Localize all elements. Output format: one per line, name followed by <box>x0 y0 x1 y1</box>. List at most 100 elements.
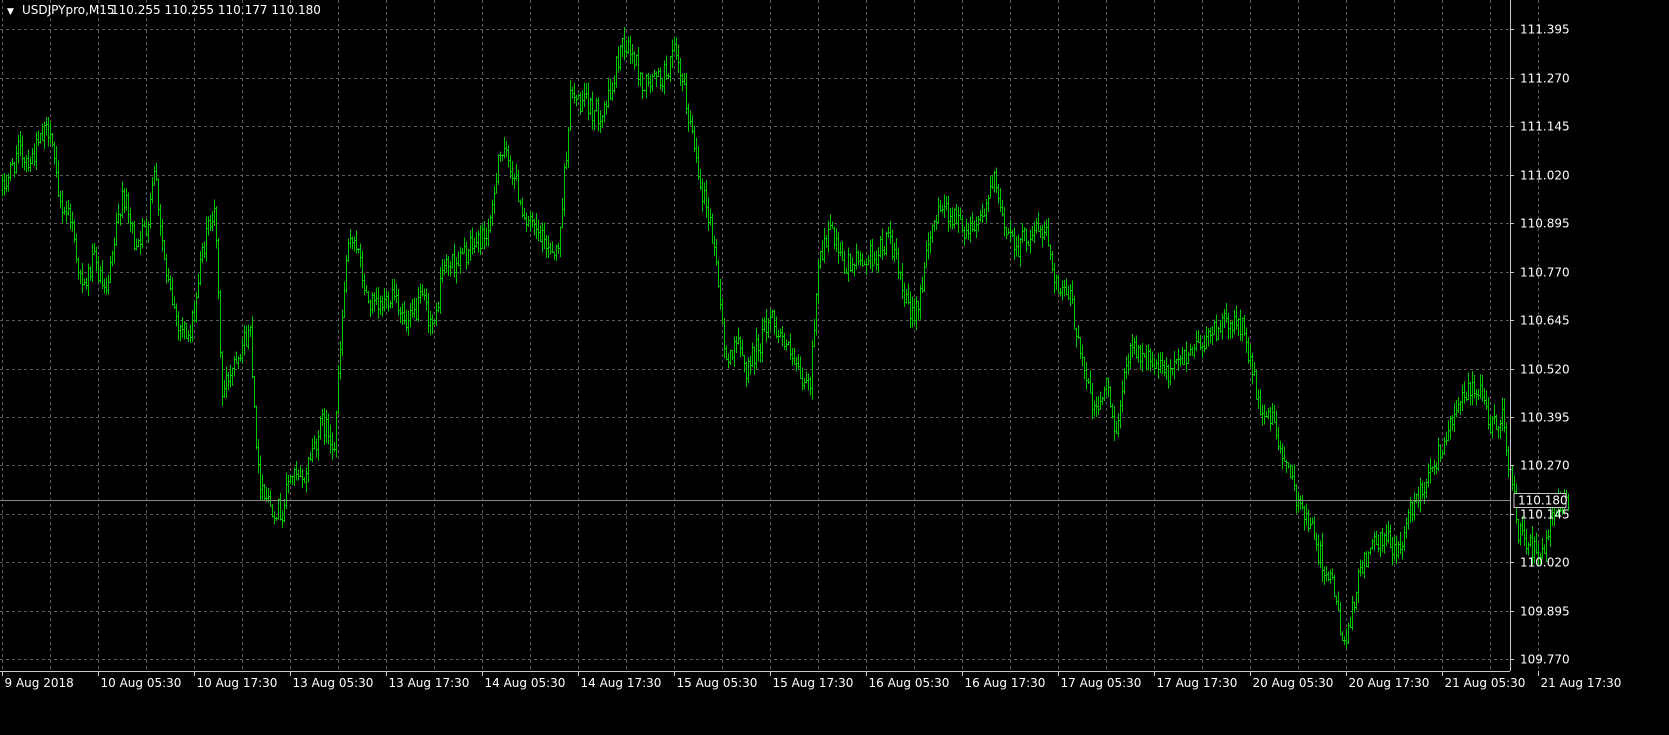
ohlc-bar <box>1105 377 1108 396</box>
ohlc-bar <box>233 356 236 377</box>
ohlc-bar <box>873 251 876 266</box>
ohlc-bar <box>441 259 444 284</box>
ohlc-bar <box>731 349 734 361</box>
ohlc-bar <box>1443 437 1446 455</box>
ohlc-bar <box>463 237 466 254</box>
ohlc-bar <box>1351 596 1354 631</box>
ohlc-bar <box>87 263 90 297</box>
ohlc-bar <box>679 57 682 86</box>
price-tick-label: 109.895 <box>1520 605 1570 619</box>
price-chart[interactable]: 110.180 111.395 111.270 111.145 111.020 110.… <box>0 0 1669 735</box>
ohlc-bar <box>81 263 84 293</box>
ohlc-bar <box>219 290 222 359</box>
ohlc-bar <box>1091 382 1094 420</box>
ohlc-bar <box>825 234 828 248</box>
ohlc-bar <box>283 498 286 523</box>
ohlc-bar <box>177 311 180 341</box>
ohlc-bar <box>955 204 958 225</box>
ohlc-bar <box>1347 622 1350 645</box>
ohlc-bar <box>1375 530 1378 545</box>
ohlc-bar <box>1259 389 1262 416</box>
ohlc-bar <box>815 293 818 336</box>
ohlc-bar <box>321 408 324 426</box>
ohlc-bar <box>943 194 946 218</box>
ohlc-bar <box>629 35 632 65</box>
ohlc-bar <box>231 367 234 387</box>
ohlc-bar <box>1199 335 1202 351</box>
ohlc-bar <box>577 94 580 100</box>
ohlc-bar <box>757 334 760 362</box>
ohlc-bar <box>565 151 568 170</box>
chart-grid <box>0 0 1539 671</box>
ohlc-bar <box>351 236 354 250</box>
ohlc-bar <box>951 207 954 230</box>
ohlc-bar <box>1161 351 1164 375</box>
ohlc-bar <box>183 320 186 340</box>
ohlc-bar <box>347 238 350 262</box>
current-price-marker: 110.180 <box>0 493 1568 508</box>
ohlc-bar <box>651 74 654 92</box>
ohlc-bar <box>1229 321 1232 339</box>
ohlc-bar <box>419 283 422 304</box>
ohlc-bar <box>1003 206 1006 237</box>
time-tick-label: 14 Aug 17:30 <box>581 676 662 690</box>
time-tick-label: 15 Aug 17:30 <box>773 676 854 690</box>
ohlc-bar <box>671 39 674 69</box>
ohlc-bar <box>1287 462 1290 469</box>
ohlc-bar <box>745 361 748 388</box>
ohlc-bar <box>637 47 640 87</box>
time-tick-label: 13 Aug 17:30 <box>389 676 470 690</box>
ohlc-bar <box>799 356 802 379</box>
ohlc-bar <box>647 72 650 87</box>
ohlc-bar <box>893 242 896 263</box>
ohlc-bar <box>1067 285 1070 301</box>
ohlc-bar <box>797 354 800 370</box>
ohlc-bar <box>125 187 128 211</box>
ohlc-bar <box>385 290 388 309</box>
ohlc-bar <box>1289 464 1292 479</box>
ohlc-bar <box>1339 601 1342 636</box>
ohlc-bar <box>1413 492 1416 521</box>
time-tick-label: 13 Aug 05:30 <box>293 676 374 690</box>
ohlc-bar <box>1113 405 1116 442</box>
ohlc-bar <box>883 245 886 256</box>
ohlc-bar <box>387 291 390 312</box>
price-tick-label: 111.020 <box>1520 169 1570 183</box>
ohlc-bar <box>211 210 214 231</box>
ohlc-bar <box>1499 419 1502 439</box>
ohlc-bar <box>775 316 778 339</box>
ohlc-bar <box>975 216 978 239</box>
ohlc-bar <box>1057 274 1060 294</box>
ohlc-bar <box>1231 320 1234 339</box>
ohlc-bar <box>579 92 582 116</box>
ohlc-bar <box>963 226 966 246</box>
ohlc-bar <box>1087 377 1090 384</box>
ohlc-bar <box>435 302 438 326</box>
ohlc-bar <box>515 164 518 182</box>
ohlc-bar <box>1495 414 1498 431</box>
ohlc-bar <box>791 348 794 366</box>
ohlc-bar <box>29 156 32 172</box>
ohlc-bar <box>599 110 602 134</box>
ohlc-bar <box>1393 536 1396 561</box>
ohlc-bar <box>615 55 618 89</box>
ohlc-bar <box>1333 574 1336 597</box>
ohlc-bar <box>297 469 300 481</box>
ohlc-bar <box>1405 517 1408 539</box>
ohlc-bar <box>1439 444 1442 463</box>
ohlc-bar <box>875 250 878 271</box>
ohlc-bar <box>1007 228 1010 235</box>
chart-window[interactable]: 110.180 111.395 111.270 111.145 111.020 110.… <box>0 0 1669 735</box>
ohlc-bar <box>1179 355 1182 367</box>
ohlc-bar <box>931 224 934 243</box>
ohlc-bar <box>967 223 970 240</box>
ohlc-bar <box>1135 335 1138 359</box>
ohlc-bar <box>919 284 922 320</box>
ohlc-bar <box>991 175 994 190</box>
ohlc-bar <box>307 457 310 483</box>
ohlc-bar <box>1525 529 1528 555</box>
ohlc-bar <box>689 110 692 126</box>
ohlc-bar <box>349 229 352 249</box>
ohlc-bar <box>1437 437 1440 472</box>
collapse-triangle-icon[interactable]: ▼ <box>7 7 14 17</box>
